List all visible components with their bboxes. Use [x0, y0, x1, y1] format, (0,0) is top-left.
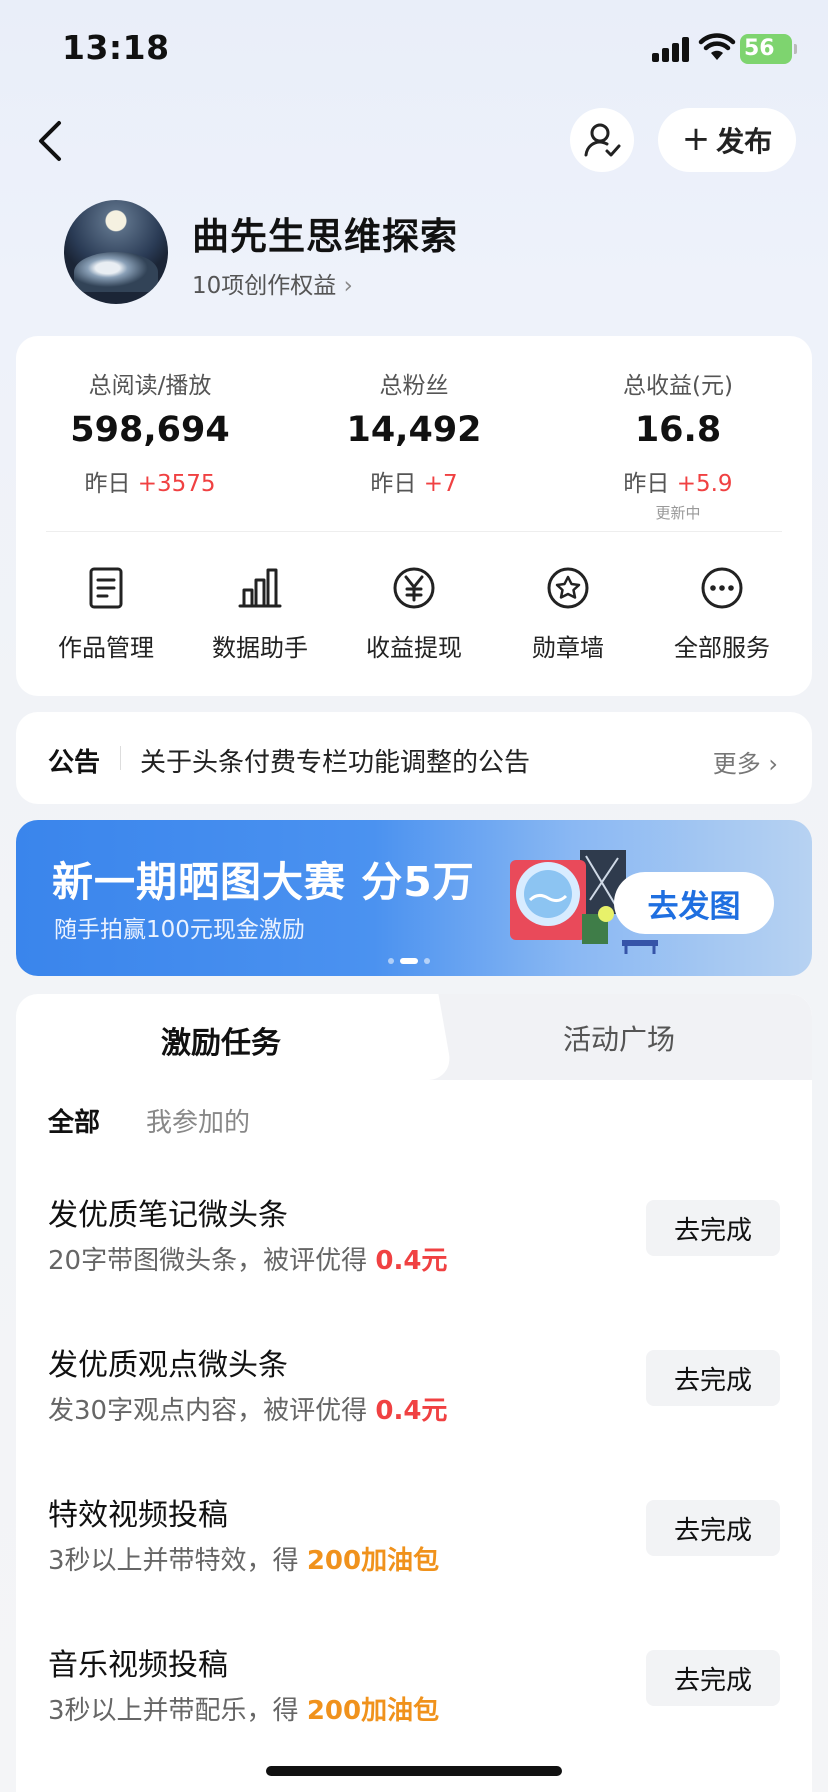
task-description: 发30字观点内容，被评优得 0.4元 — [48, 1396, 448, 1426]
task-description: 3秒以上并带配乐，得 200加油包 — [48, 1696, 440, 1726]
stat-total-reads[interactable]: 总阅读/播放 598,694 昨日 +3575 — [30, 366, 270, 498]
carousel-indicator — [388, 958, 430, 964]
bar-chart-icon — [238, 568, 282, 608]
task-complete-button[interactable]: 去完成 — [646, 1500, 780, 1556]
filter-all[interactable]: 全部 — [48, 1102, 100, 1139]
back-button[interactable] — [28, 116, 72, 166]
banner-subtitle: 随手拍赢100元现金激励 — [54, 917, 305, 943]
divider — [120, 746, 121, 770]
creator-rights-label: 10项创作权益 — [192, 273, 337, 299]
task-description: 3秒以上并带特效，得 200加油包 — [48, 1546, 440, 1576]
divider — [46, 531, 782, 532]
stat-label: 总粉丝 — [379, 373, 449, 399]
creator-rights-link[interactable]: 10项创作权益 › — [192, 266, 353, 300]
promo-banner[interactable]: 新一期晒图大赛 分5万 随手拍赢100元现金激励 去发图 — [16, 820, 812, 976]
banner-title: 新一期晒图大赛 分5万 — [52, 858, 475, 906]
task-reward: 200加油包 — [306, 1696, 440, 1726]
plus-icon: + — [681, 118, 711, 159]
service-label: 作品管理 — [58, 634, 154, 662]
document-icon — [89, 567, 123, 609]
stat-label: 总收益(元) — [623, 373, 733, 399]
task-item: 发优质笔记微头条 20字带图微头条，被评优得 0.4元 去完成 — [16, 1190, 812, 1310]
user-name: 曲先生思维探索 — [192, 215, 458, 258]
filter-joined[interactable]: 我参加的 — [146, 1102, 250, 1139]
stat-delta: 昨日 +3575 — [84, 471, 216, 497]
notice-more-label: 更多 — [712, 750, 761, 778]
battery-level: 56 — [744, 36, 775, 61]
home-indicator — [266, 1766, 562, 1776]
service-badge-wall[interactable]: 勋章墙 — [490, 564, 646, 663]
notice-bar[interactable]: 公告 关于头条付费专栏功能调整的公告 更多 › — [16, 712, 812, 804]
status-bar: 13:18 56 — [0, 0, 828, 100]
task-item: 特效视频投稿 3秒以上并带特效，得 200加油包 去完成 — [16, 1490, 812, 1610]
task-title: 音乐视频投稿 — [48, 1648, 228, 1683]
stats-card: 总阅读/播放 598,694 昨日 +3575 总粉丝 14,492 昨日 +7… — [16, 336, 812, 696]
service-label: 勋章墙 — [532, 634, 604, 662]
stat-value: 598,694 — [70, 410, 230, 450]
battery-indicator: 56 — [740, 34, 797, 64]
service-label: 收益提现 — [366, 634, 462, 662]
chevron-left-icon — [39, 121, 61, 161]
task-title: 特效视频投稿 — [48, 1498, 228, 1533]
stat-delta: 昨日 +5.9 — [623, 471, 733, 497]
stat-delta: 昨日 +7 — [370, 471, 458, 497]
stat-value: 16.8 — [634, 410, 722, 450]
notice-more-link[interactable]: 更多 › — [713, 744, 778, 779]
task-complete-button[interactable]: 去完成 — [646, 1200, 780, 1256]
service-works-management[interactable]: 作品管理 — [28, 564, 184, 663]
service-label: 全部服务 — [674, 634, 770, 662]
task-title: 发优质观点微头条 — [48, 1348, 288, 1383]
service-withdraw-income[interactable]: 收益提现 — [336, 564, 492, 663]
tab-activity-square[interactable]: 活动广场 — [426, 1018, 812, 1058]
carousel-dot — [424, 958, 430, 964]
chevron-right-icon: › — [768, 750, 778, 778]
carousel-dot — [388, 958, 394, 964]
task-description: 20字带图微头条，被评优得 0.4元 — [48, 1246, 448, 1276]
service-data-assistant[interactable]: 数据助手 — [182, 564, 338, 663]
chevron-right-icon: › — [343, 273, 353, 299]
wifi-icon — [698, 33, 736, 60]
badge-icon — [547, 567, 589, 609]
cellular-signal-icon — [652, 36, 692, 62]
tasks-panel: 激励任务 活动广场 全部 我参加的 发优质笔记微头条 20字带图微头条，被评优得… — [16, 994, 812, 1792]
stat-total-fans[interactable]: 总粉丝 14,492 昨日 +7 — [294, 366, 534, 498]
user-check-icon — [584, 123, 621, 157]
service-all-services[interactable]: 全部服务 — [644, 564, 800, 663]
avatar[interactable] — [64, 200, 168, 304]
task-reward: 0.4元 — [375, 1396, 448, 1426]
notice-tag: 公告 — [48, 748, 101, 778]
notice-text[interactable]: 关于头条付费专栏功能调整的公告 — [140, 742, 530, 779]
follow-user-button[interactable] — [570, 108, 634, 172]
task-complete-button[interactable]: 去完成 — [646, 1650, 780, 1706]
stat-value: 14,492 — [346, 410, 482, 450]
more-icon — [701, 567, 743, 609]
task-title: 发优质笔记微头条 — [48, 1198, 288, 1233]
stat-label: 总阅读/播放 — [88, 373, 212, 399]
stat-total-income[interactable]: 总收益(元) 16.8 昨日 +5.9 更新中 — [558, 366, 798, 523]
publish-button[interactable]: + 发布 — [658, 108, 796, 172]
task-item: 发优质观点微头条 发30字观点内容，被评优得 0.4元 去完成 — [16, 1340, 812, 1460]
status-time: 13:18 — [62, 28, 170, 67]
task-complete-button[interactable]: 去完成 — [646, 1350, 780, 1406]
task-item: 音乐视频投稿 3秒以上并带配乐，得 200加油包 去完成 — [16, 1640, 812, 1760]
tab-incentive-tasks[interactable]: 激励任务 — [16, 1018, 426, 1062]
task-reward: 0.4元 — [375, 1246, 448, 1276]
banner-cta-button[interactable]: 去发图 — [614, 872, 774, 934]
service-label: 数据助手 — [212, 634, 308, 662]
task-reward: 200加油包 — [306, 1546, 440, 1576]
carousel-dot-active — [400, 958, 418, 964]
stat-note: 更新中 — [655, 504, 701, 522]
yen-icon — [393, 567, 435, 609]
publish-label: 发布 — [716, 125, 773, 158]
